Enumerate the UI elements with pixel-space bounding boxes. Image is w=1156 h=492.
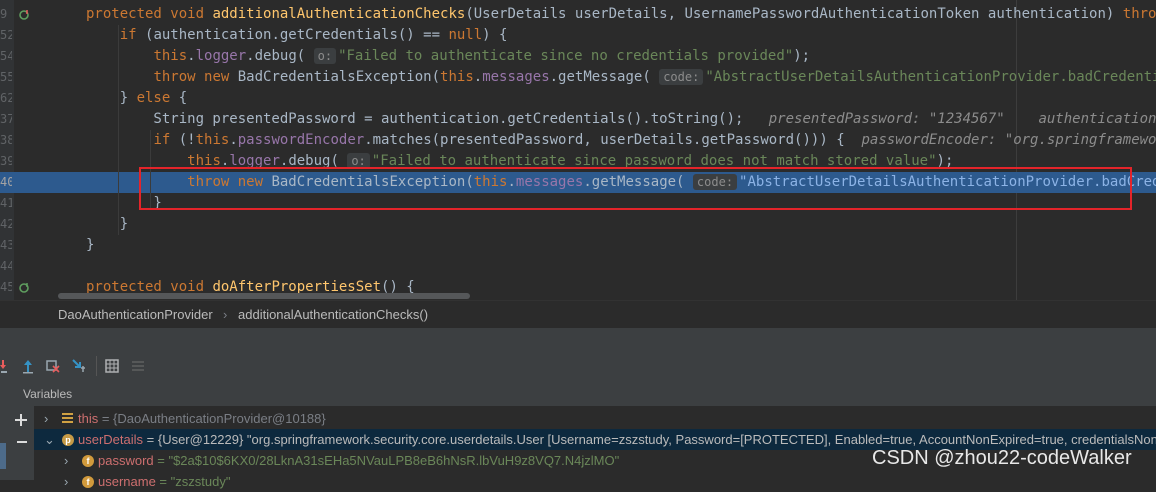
breadcrumb-separator-icon: ›	[223, 307, 228, 322]
code-line[interactable]: 54 this.logger.debug( o: "Failed to authe…	[0, 46, 1156, 67]
variable-text: this = {DaoAuthenticationProvider@10188}	[78, 408, 326, 429]
variable-value: = {DaoAuthenticationProvider@10188}	[98, 411, 326, 426]
line-number[interactable]: 62	[0, 88, 12, 109]
variable-name: username	[98, 474, 156, 489]
variable-value: = "zszstudy"	[155, 474, 231, 489]
breadcrumb: DaoAuthenticationProvider › additionalAu…	[0, 300, 1156, 328]
code-line[interactable]: 37 String presentedPassword = authentica…	[0, 109, 1156, 130]
variables-header: Variables	[0, 382, 1156, 406]
code-text[interactable]: if (authentication.getCredentials() == n…	[86, 25, 508, 46]
code-text[interactable]: this.logger.debug( o: "Failed to authenti…	[86, 151, 953, 172]
code-line[interactable]: 62 } else {	[0, 88, 1156, 109]
tree-expander-icon[interactable]: ›	[44, 408, 48, 429]
code-text[interactable]: String presentedPassword = authenticatio…	[86, 109, 1156, 130]
breadcrumb-class[interactable]: DaoAuthenticationProvider	[58, 301, 213, 328]
code-line[interactable]: 9 protected void additionalAuthentication…	[0, 4, 1156, 25]
code-line[interactable]: 41 }	[0, 193, 1156, 214]
field-badge-icon: f	[82, 455, 94, 467]
line-number[interactable]: 40	[0, 172, 12, 193]
code-line[interactable]: 43}	[0, 235, 1156, 256]
indent-guide	[150, 130, 151, 210]
field-badge-icon: f	[82, 476, 94, 488]
code-text[interactable]: } else {	[86, 88, 187, 109]
parameter-badge-icon: p	[62, 434, 74, 446]
code-text[interactable]: this.logger.debug( o: "Failed to authenti…	[86, 46, 810, 67]
variable-name: userDetails	[78, 432, 144, 447]
remove-watch-icon[interactable]	[16, 436, 28, 448]
override-method-icon[interactable]	[18, 9, 30, 21]
horizontal-scrollbar[interactable]	[58, 293, 470, 299]
variable-text: username = "zszstudy"	[98, 471, 230, 492]
code-line[interactable]: 52 if (authentication.getCredentials() =…	[0, 25, 1156, 46]
implements-method-icon[interactable]	[18, 282, 30, 294]
panel-divider[interactable]	[0, 327, 1156, 350]
tree-expander-icon[interactable]: ⌄	[44, 429, 55, 450]
variables-side-toolbar	[0, 406, 35, 480]
stack-icon	[62, 413, 73, 424]
side-tab-marker[interactable]	[0, 443, 6, 469]
breadcrumb-method[interactable]: additionalAuthenticationChecks()	[238, 301, 428, 328]
code-text[interactable]: }	[86, 235, 94, 256]
line-number[interactable]: 45	[0, 277, 12, 298]
highlighted-code-line[interactable]: 40 throw new BadCredentialsException(thi…	[0, 172, 1156, 193]
variable-name: password	[98, 453, 154, 468]
variable-name: this	[78, 411, 99, 426]
line-number[interactable]: 38	[0, 130, 12, 151]
indent-guide	[118, 25, 119, 235]
line-number[interactable]: 54	[0, 46, 12, 67]
tree-expander-icon[interactable]: ›	[64, 471, 68, 492]
code-line[interactable]: 42 }	[0, 214, 1156, 235]
line-number[interactable]: 39	[0, 151, 12, 172]
evaluate-expression-icon[interactable]	[104, 358, 120, 374]
tree-expander-icon[interactable]: ›	[64, 450, 68, 471]
variable-text: password = "$2a$10$6KX0/28LknA31sEHa5NVa…	[98, 450, 619, 471]
line-number[interactable]: 37	[0, 109, 12, 130]
code-line[interactable]: 44	[0, 256, 1156, 277]
variable-row[interactable]: › f username = "zszstudy"	[34, 471, 1156, 492]
line-number[interactable]: 42	[0, 214, 12, 235]
step-into-icon[interactable]	[0, 358, 16, 374]
variable-value: = "$2a$10$6KX0/28LknA31sEHa5NVauLPB8eB6h…	[153, 453, 620, 468]
add-watch-icon[interactable]	[14, 413, 28, 427]
step-out-icon[interactable]	[20, 358, 36, 374]
run-to-cursor-icon[interactable]	[71, 358, 87, 374]
variable-value: = {User@12229} "org.springframework.secu…	[143, 432, 1156, 447]
code-line[interactable]: 39 this.logger.debug( o: "Failed to authe…	[0, 151, 1156, 172]
code-text[interactable]: throw new BadCredentialsException(this.m…	[86, 67, 1156, 88]
line-number[interactable]: 52	[0, 25, 12, 46]
variable-row[interactable]: › this = {DaoAuthenticationProvider@10188…	[34, 408, 1156, 429]
trace-icon[interactable]	[130, 358, 146, 374]
code-line[interactable]: 38 if (!this.passwordEncoder.matches(pre…	[0, 130, 1156, 151]
debug-toolbar	[0, 350, 1156, 382]
line-number[interactable]: 55	[0, 67, 12, 88]
line-number[interactable]: 43	[0, 235, 12, 256]
line-number[interactable]: 41	[0, 193, 12, 214]
watermark-text: CSDN @zhou22-codeWalker	[872, 447, 1132, 469]
code-text[interactable]: protected void additionalAuthenticationC…	[86, 4, 1156, 25]
code-editor[interactable]: 9 protected void additionalAuthentication…	[0, 0, 1156, 300]
code-line[interactable]: 55 throw new BadCredentialsException(thi…	[0, 67, 1156, 88]
toolbar-separator	[96, 356, 97, 376]
code-text[interactable]: throw new BadCredentialsException(this.m…	[86, 172, 1156, 193]
variables-title: Variables	[23, 387, 73, 401]
line-number[interactable]: 9	[0, 4, 12, 25]
code-text[interactable]: if (!this.passwordEncoder.matches(presen…	[86, 130, 1156, 151]
code-text[interactable]: }	[86, 214, 128, 235]
line-number[interactable]: 44	[0, 256, 12, 277]
drop-frame-icon[interactable]	[45, 358, 61, 374]
